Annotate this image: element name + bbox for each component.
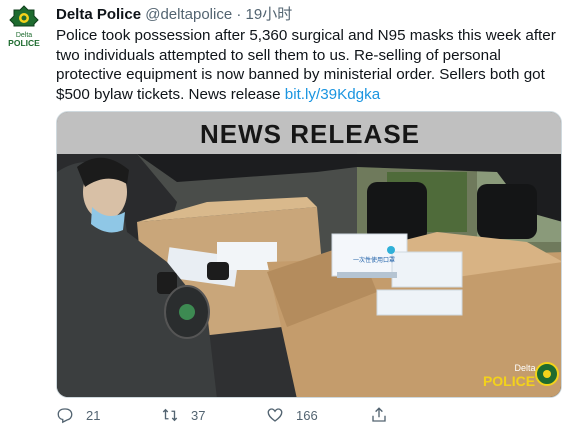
media-photo: 一次性使用口罩 NEWS RELEASE Delta POLICE xyxy=(57,112,561,397)
tweet-header: Delta Police @deltapolice · 19小时 xyxy=(56,5,292,25)
avatar[interactable]: Delta POLICE xyxy=(4,4,44,48)
like-count: 166 xyxy=(296,407,318,423)
like-button[interactable]: 166 xyxy=(266,404,318,426)
watermark-badge-icon xyxy=(535,362,559,386)
user-handle[interactable]: @deltapolice xyxy=(145,6,232,23)
tweet[interactable]: Delta POLICE Delta Police @deltapolice ·… xyxy=(0,0,571,430)
display-name[interactable]: Delta Police xyxy=(56,6,141,23)
tweet-text: Police took possession after 5,360 surgi… xyxy=(56,26,562,104)
tweet-time[interactable]: 19小时 xyxy=(246,6,293,23)
avatar-label-bottom: POLICE xyxy=(8,38,40,48)
news-release-banner: NEWS RELEASE xyxy=(200,119,420,149)
retweet-count: 37 xyxy=(191,407,206,423)
share-button[interactable] xyxy=(370,404,388,426)
watermark-bottom: POLICE xyxy=(483,373,535,389)
like-icon xyxy=(267,408,283,422)
retweet-icon xyxy=(162,408,178,422)
news-release-link[interactable]: bit.ly/39Kdgka xyxy=(285,86,380,103)
share-icon xyxy=(372,407,386,422)
retweet-button[interactable]: 37 xyxy=(161,404,205,426)
header-separator: · xyxy=(236,6,242,23)
police-badge-icon: Delta POLICE xyxy=(8,5,40,48)
reply-icon xyxy=(57,408,73,424)
reply-count: 21 xyxy=(86,407,101,423)
tweet-actions: 21 37 166 xyxy=(56,404,476,426)
mask-box-label: 一次性使用口罩 xyxy=(353,256,395,264)
reply-button[interactable]: 21 xyxy=(56,404,100,426)
watermark-top: Delta xyxy=(514,363,535,373)
tweet-media-image[interactable]: 一次性使用口罩 NEWS RELEASE Delta POLICE xyxy=(56,111,562,398)
